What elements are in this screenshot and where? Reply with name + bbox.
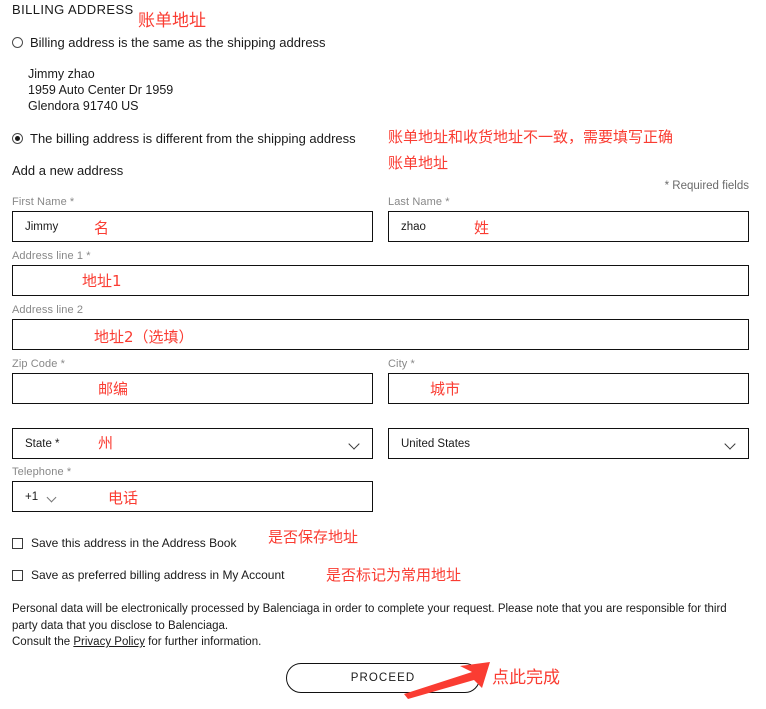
radio-icon-same-as-shipping[interactable]	[12, 37, 23, 48]
annotation-save-address: 是否保存地址	[268, 528, 359, 546]
annotation-billing-address: 账单地址	[138, 11, 206, 31]
add-new-address-label: Add a new address	[12, 163, 124, 178]
select-country[interactable]: United States	[388, 428, 749, 459]
field-state: State *	[12, 428, 373, 459]
label-zip-code: Zip Code *	[12, 358, 65, 370]
field-zip-code: Zip Code *	[12, 358, 373, 404]
annotation-preferred-address: 是否标记为常用地址	[326, 566, 462, 584]
checkbox-label-preferred-billing: Save as preferred billing address in My …	[31, 568, 285, 582]
label-telephone: Telephone *	[12, 466, 72, 478]
radio-label-same-as-shipping: Billing address is the same as the shipp…	[30, 35, 326, 50]
saved-address-text: Jimmy zhao 1959 Auto Center Dr 1959 Glen…	[28, 67, 174, 113]
radio-icon-different-from-shipping[interactable]	[12, 133, 23, 144]
input-telephone[interactable]: +1	[12, 481, 373, 512]
field-telephone: Telephone * +1	[12, 466, 373, 512]
checkbox-save-address-row[interactable]: Save this address in the Address Book	[12, 536, 236, 550]
page-title: BILLING ADDRESS	[12, 2, 134, 17]
legal-text: Personal data will be electronically pro…	[12, 601, 754, 651]
annotation-last-name: 姓	[474, 219, 490, 237]
legal-consult-prefix: Consult the	[12, 636, 74, 648]
input-address-line-1[interactable]	[12, 265, 749, 296]
field-last-name: Last Name * zhao	[388, 196, 749, 242]
checkbox-preferred-billing-row[interactable]: Save as preferred billing address in My …	[12, 568, 284, 582]
annotation-telephone: 电话	[108, 489, 139, 507]
checkbox-label-save-address: Save this address in the Address Book	[31, 536, 237, 550]
annotation-different-note: 账单地址和收货地址不一致，需要填写正确 账单地址	[388, 128, 674, 172]
billing-address-page: BILLING ADDRESS 账单地址 Billing address is …	[0, 0, 766, 709]
label-address-line-2: Address line 2	[12, 304, 84, 316]
label-last-name: Last Name *	[388, 196, 450, 208]
radio-same-as-shipping[interactable]: Billing address is the same as the shipp…	[12, 35, 326, 50]
chevron-down-icon	[349, 438, 360, 449]
value-country-code: +1	[25, 490, 39, 503]
input-zip-code[interactable]	[12, 373, 373, 404]
label-city: City *	[388, 358, 415, 370]
value-country: United States	[401, 437, 471, 450]
select-country-code[interactable]: +1	[13, 491, 56, 503]
label-address-line-1: Address line 1 *	[12, 250, 91, 262]
checkbox-preferred-billing[interactable]	[12, 569, 23, 581]
field-first-name: First Name * Jimmy	[12, 196, 373, 242]
value-state: State *	[25, 437, 60, 450]
annotation-zip-code: 邮编	[98, 380, 129, 398]
legal-line-1: Personal data will be electronically pro…	[12, 603, 623, 615]
chevron-down-icon	[47, 492, 56, 501]
input-first-name[interactable]: Jimmy	[12, 211, 373, 242]
annotation-city: 城市	[430, 380, 461, 398]
value-first-name: Jimmy	[25, 220, 59, 233]
label-first-name: First Name *	[12, 196, 75, 208]
field-address-line-1: Address line 1 *	[12, 250, 749, 296]
annotation-address-line-2: 地址2（选填）	[94, 328, 194, 346]
radio-label-different-from-shipping: The billing address is different from th…	[30, 131, 356, 146]
legal-consult-suffix: for further information.	[144, 636, 262, 648]
radio-different-from-shipping[interactable]: The billing address is different from th…	[12, 131, 356, 146]
annotation-first-name: 名	[94, 219, 110, 237]
annotation-address-line-1: 地址1	[82, 272, 122, 290]
required-fields-note: * Required fields	[664, 180, 749, 192]
field-country: United States	[388, 428, 749, 459]
privacy-policy-link[interactable]: Privacy Policy	[73, 636, 145, 648]
select-state[interactable]: State *	[12, 428, 373, 459]
annotation-state: 州	[98, 434, 114, 452]
input-last-name[interactable]: zhao	[388, 211, 749, 242]
value-last-name: zhao	[401, 220, 426, 233]
chevron-down-icon	[725, 438, 736, 449]
annotation-proceed: 点此完成	[492, 668, 560, 688]
checkbox-save-address[interactable]	[12, 537, 23, 549]
